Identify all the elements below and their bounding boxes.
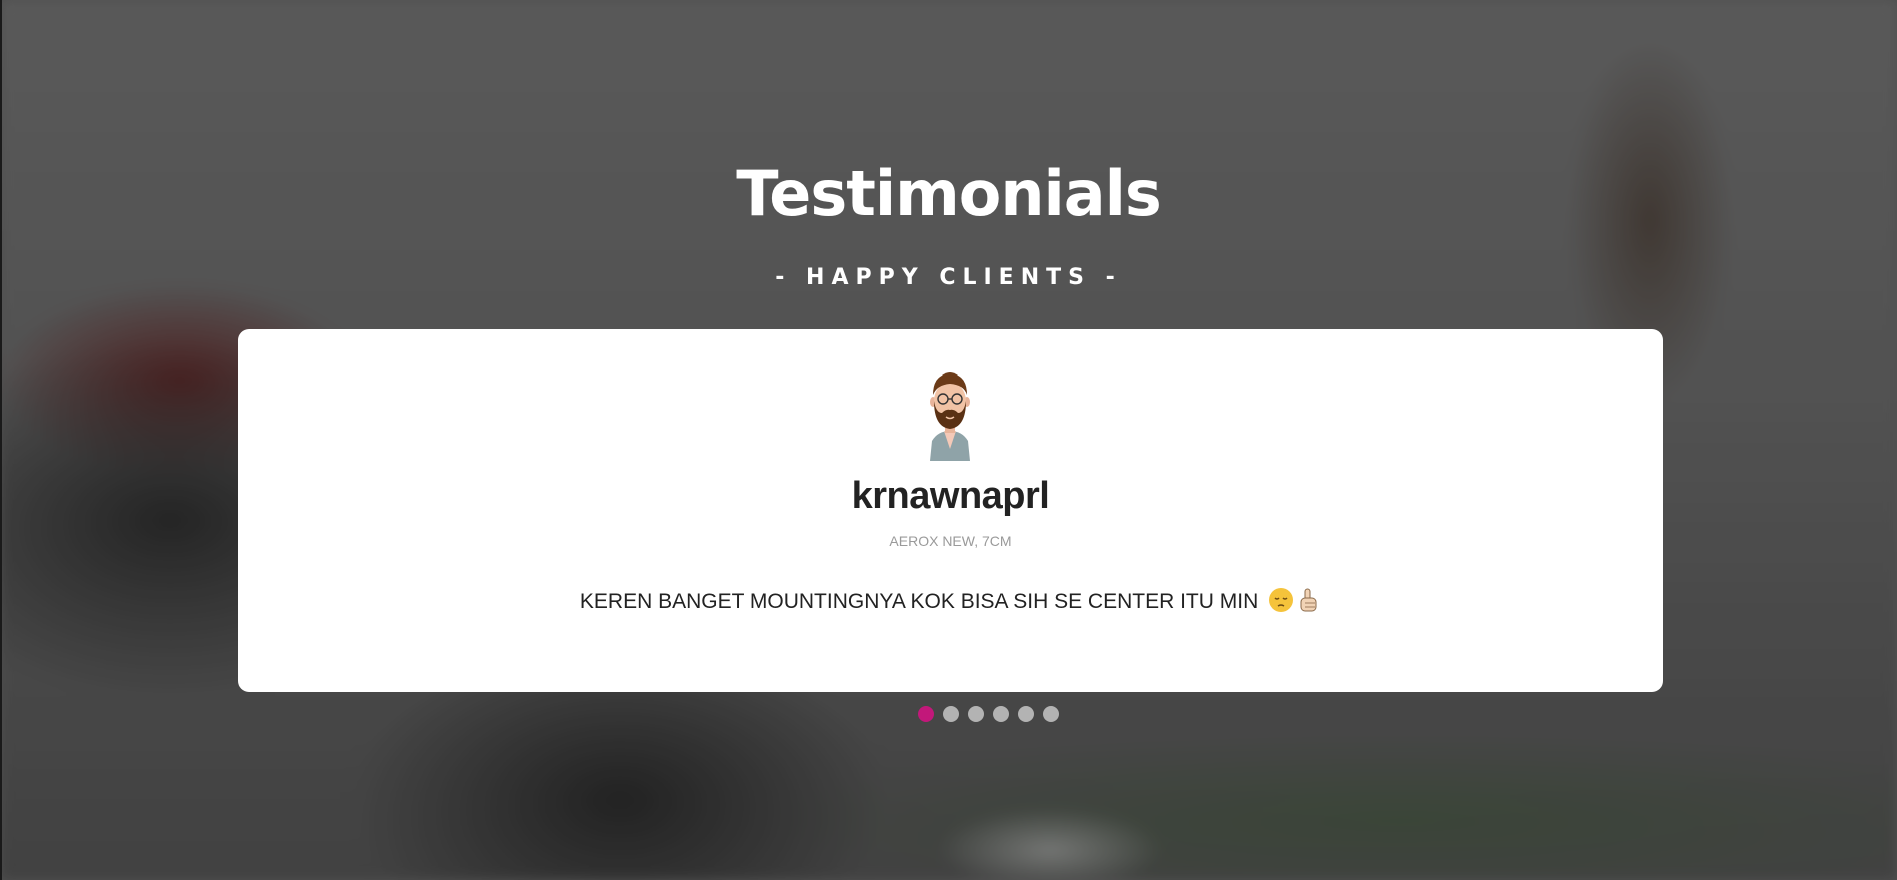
client-name: krnawnaprl xyxy=(851,475,1050,517)
section-subtitle: - HAPPY CLIENTS - xyxy=(775,265,1122,290)
carousel-dot-6[interactable] xyxy=(1043,706,1059,722)
index-pointing-up-icon xyxy=(1300,588,1317,612)
section-title: Testimonials xyxy=(736,157,1161,230)
carousel-dot-4[interactable] xyxy=(993,706,1009,722)
testimonials-section: Testimonials - HAPPY CLIENTS - krnawnapr… xyxy=(0,0,1897,880)
bearded-man-avatar-icon xyxy=(930,372,970,461)
pensive-face-icon xyxy=(1269,588,1294,612)
client-product: AEROX NEW, 7CM xyxy=(889,533,1012,549)
testimonial-quote: KEREN BANGET MOUNTINGNYA KOK BISA SIH SE… xyxy=(238,587,1663,616)
quote-text: KEREN BANGET MOUNTINGNYA KOK BISA SIH SE… xyxy=(579,590,1259,613)
left-border xyxy=(0,0,2,880)
carousel-dot-1[interactable] xyxy=(918,706,934,722)
carousel-pagination xyxy=(918,706,1059,722)
carousel-dot-5[interactable] xyxy=(1018,706,1034,722)
testimonial-card: krnawnaprl AEROX NEW, 7CM KEREN BANGET M… xyxy=(238,329,1663,692)
carousel-dot-2[interactable] xyxy=(943,706,959,722)
carousel-dot-3[interactable] xyxy=(968,706,984,722)
